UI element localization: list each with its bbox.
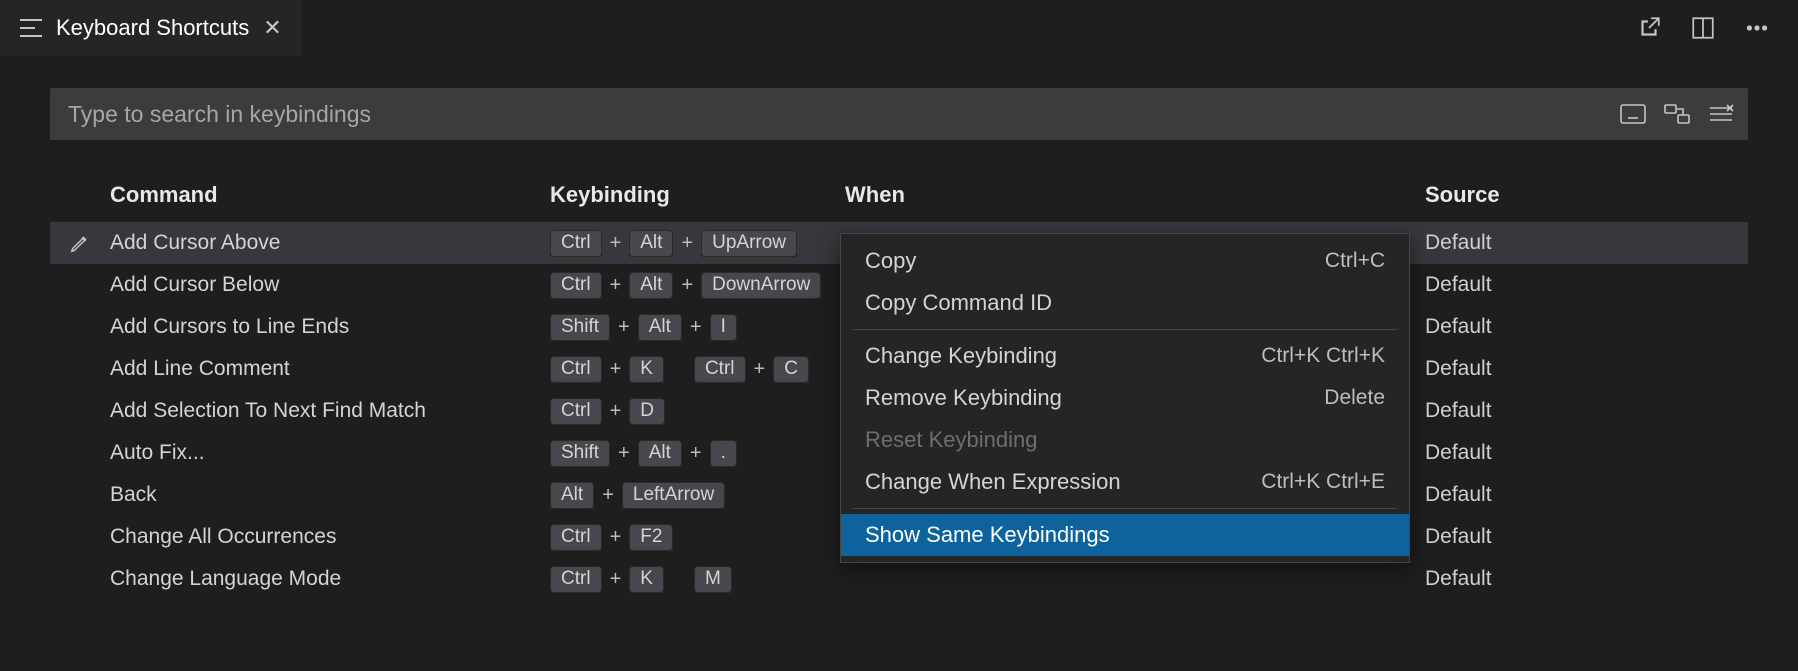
context-menu-shortcut: Delete bbox=[1324, 386, 1385, 410]
command-cell: Add Cursor Below bbox=[110, 273, 550, 297]
command-cell: Change Language Mode bbox=[110, 567, 550, 591]
key-cap: Alt bbox=[629, 230, 673, 257]
source-cell: Default bbox=[1425, 483, 1748, 507]
tab-keyboard-shortcuts[interactable]: Keyboard Shortcuts ✕ bbox=[0, 0, 302, 56]
context-menu-item: Reset Keybinding bbox=[841, 419, 1409, 461]
command-cell: Auto Fix... bbox=[110, 441, 550, 465]
source-cell: Default bbox=[1425, 525, 1748, 549]
context-menu-shortcut: Ctrl+K Ctrl+E bbox=[1261, 470, 1385, 494]
context-menu-label: Change Keybinding bbox=[865, 343, 1057, 369]
editor-actions bbox=[1636, 0, 1798, 56]
key-cap: Alt bbox=[550, 482, 594, 509]
key-cap: Shift bbox=[550, 314, 610, 341]
source-cell: Default bbox=[1425, 357, 1748, 381]
source-cell: Default bbox=[1425, 231, 1748, 255]
command-cell: Back bbox=[110, 483, 550, 507]
keybinding-cell: Ctrl+F2 bbox=[550, 524, 845, 551]
open-keybindings-json-icon[interactable] bbox=[1636, 15, 1662, 41]
context-menu-label: Reset Keybinding bbox=[865, 427, 1037, 453]
key-cap: F2 bbox=[629, 524, 673, 551]
column-source[interactable]: Source bbox=[1425, 182, 1748, 208]
key-cap: Ctrl bbox=[550, 566, 602, 593]
table-row[interactable]: Change Language ModeCtrl+KMDefault bbox=[50, 558, 1748, 600]
key-cap: Ctrl bbox=[550, 524, 602, 551]
more-actions-icon[interactable] bbox=[1744, 15, 1770, 41]
key-cap: D bbox=[629, 398, 665, 425]
key-cap: UpArrow bbox=[701, 230, 797, 257]
edit-keybinding-icon[interactable] bbox=[50, 232, 110, 254]
search-input[interactable] bbox=[50, 101, 1620, 128]
record-keys-icon[interactable] bbox=[1620, 104, 1646, 124]
key-cap: LeftArrow bbox=[622, 482, 725, 509]
column-when[interactable]: When bbox=[845, 182, 1425, 208]
column-keybinding[interactable]: Keybinding bbox=[550, 182, 845, 208]
keybinding-cell: Shift+Alt+I bbox=[550, 314, 845, 341]
column-command[interactable]: Command bbox=[110, 182, 550, 208]
key-cap: Shift bbox=[550, 440, 610, 467]
keybinding-cell: Ctrl+KCtrl+C bbox=[550, 356, 845, 383]
context-menu-shortcut: Ctrl+K Ctrl+K bbox=[1261, 344, 1385, 368]
context-menu-item[interactable]: Copy Ctrl+C bbox=[841, 240, 1409, 282]
context-menu-item[interactable]: Copy Command ID bbox=[841, 282, 1409, 324]
context-menu-label: Show Same Keybindings bbox=[865, 522, 1110, 548]
key-cap: K bbox=[629, 356, 664, 383]
key-cap: Ctrl bbox=[550, 356, 602, 383]
command-cell: Add Selection To Next Find Match bbox=[110, 399, 550, 423]
keybinding-cell: Ctrl+Alt+UpArrow bbox=[550, 230, 845, 257]
context-menu-item[interactable]: Show Same Keybindings bbox=[841, 514, 1409, 556]
command-cell: Add Line Comment bbox=[110, 357, 550, 381]
source-cell: Default bbox=[1425, 273, 1748, 297]
key-cap: . bbox=[710, 440, 737, 467]
key-cap: Alt bbox=[638, 440, 682, 467]
key-cap: Ctrl bbox=[550, 230, 602, 257]
key-cap: Ctrl bbox=[550, 398, 602, 425]
context-menu-label: Remove Keybinding bbox=[865, 385, 1062, 411]
titlebar: Keyboard Shortcuts ✕ bbox=[0, 0, 1798, 56]
search-bar bbox=[50, 88, 1748, 140]
keybinding-cell: Ctrl+KM bbox=[550, 566, 845, 593]
keybinding-cell: Ctrl+Alt+DownArrow bbox=[550, 272, 845, 299]
close-icon[interactable]: ✕ bbox=[263, 17, 281, 39]
key-cap: C bbox=[773, 356, 809, 383]
clear-search-icon[interactable] bbox=[1708, 104, 1734, 124]
tab-title: Keyboard Shortcuts bbox=[56, 15, 249, 41]
keybinding-cell: Alt+LeftArrow bbox=[550, 482, 845, 509]
context-menu: Copy Ctrl+C Copy Command ID Change Keybindi… bbox=[840, 233, 1410, 563]
context-menu-label: Copy bbox=[865, 248, 916, 274]
command-cell: Add Cursors to Line Ends bbox=[110, 315, 550, 339]
split-editor-icon[interactable] bbox=[1690, 15, 1716, 41]
table-header: Command Keybinding When Source bbox=[50, 174, 1748, 216]
key-cap: Ctrl bbox=[694, 356, 746, 383]
key-cap: Alt bbox=[629, 272, 673, 299]
context-menu-label: Copy Command ID bbox=[865, 290, 1052, 316]
context-menu-item[interactable]: Change When Expression Ctrl+K Ctrl+E bbox=[841, 461, 1409, 503]
context-menu-item[interactable]: Remove Keybinding Delete bbox=[841, 377, 1409, 419]
source-cell: Default bbox=[1425, 441, 1748, 465]
key-cap: Alt bbox=[638, 314, 682, 341]
keybinding-cell: Ctrl+D bbox=[550, 398, 845, 425]
source-cell: Default bbox=[1425, 399, 1748, 423]
key-cap: DownArrow bbox=[701, 272, 821, 299]
key-cap: K bbox=[629, 566, 664, 593]
command-cell: Change All Occurrences bbox=[110, 525, 550, 549]
command-cell: Add Cursor Above bbox=[110, 231, 550, 255]
keyboard-shortcuts-icon bbox=[20, 19, 42, 37]
key-cap: I bbox=[710, 314, 737, 341]
context-menu-item[interactable]: Change Keybinding Ctrl+K Ctrl+K bbox=[841, 335, 1409, 377]
source-cell: Default bbox=[1425, 567, 1748, 591]
source-cell: Default bbox=[1425, 315, 1748, 339]
key-cap: Ctrl bbox=[550, 272, 602, 299]
sort-by-precedence-icon[interactable] bbox=[1664, 104, 1690, 124]
context-menu-separator bbox=[853, 329, 1397, 330]
key-cap: M bbox=[694, 566, 732, 593]
context-menu-separator bbox=[853, 508, 1397, 509]
context-menu-shortcut: Ctrl+C bbox=[1325, 249, 1385, 273]
context-menu-label: Change When Expression bbox=[865, 469, 1121, 495]
keybinding-cell: Shift+Alt+. bbox=[550, 440, 845, 467]
